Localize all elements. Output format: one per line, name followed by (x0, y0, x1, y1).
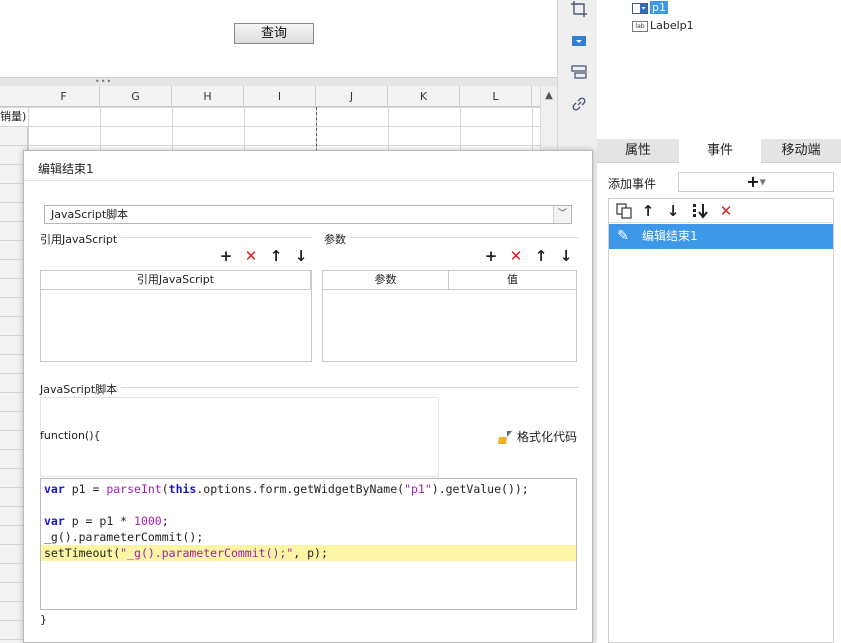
param-section-label: 参数 (324, 231, 350, 247)
pencil-icon: ✎ (617, 228, 629, 244)
title-divider (24, 180, 592, 181)
ref-js-up-icon[interactable]: ↑ (268, 248, 284, 264)
copy-icon[interactable] (615, 202, 633, 220)
ref-js-section-label: 引用JavaScript (40, 231, 122, 247)
ref-js-column: 引用JavaScript (41, 271, 311, 290)
column-j[interactable]: J (316, 86, 388, 107)
chevron-down-icon: ▼ (759, 177, 766, 187)
add-param-icon[interactable]: + (483, 248, 499, 264)
add-event-label: 添加事件 (608, 177, 657, 191)
layout-icon[interactable] (570, 63, 588, 81)
code-line-3: var p = p1 * 1000; (44, 514, 169, 528)
move-down-icon[interactable]: ↓ (664, 202, 682, 220)
property-tabs: 属性 事件 移动端 (597, 139, 841, 164)
delete-param-icon[interactable]: ✕ (508, 248, 524, 264)
chevron-down-icon[interactable]: ﹀ (553, 206, 571, 223)
move-up-icon[interactable]: ↑ (639, 202, 657, 220)
script-type-value: JavaScript脚本 (51, 208, 129, 221)
param-name-column: 参数 (323, 271, 449, 290)
code-line-5: setTimeout("_g().parameterCommit();", p)… (41, 545, 576, 561)
pane-splitter[interactable]: ••• (0, 77, 557, 86)
code-token: "p1" (404, 482, 432, 496)
tree-item-labelp1[interactable]: lab Labelp1 (632, 18, 694, 34)
param-table[interactable]: 参数 值 (322, 270, 577, 362)
column-f[interactable]: F (28, 86, 100, 107)
tree-item-p1-label: p1 (650, 1, 668, 14)
function-close: } (40, 613, 47, 626)
delete-ref-js-icon[interactable]: ✕ (243, 248, 259, 264)
column-header: F G H I J K L (0, 86, 540, 107)
dropdown-widget-icon[interactable] (570, 32, 588, 50)
broom-icon (498, 430, 512, 444)
code-token: this (168, 482, 197, 496)
tab-events[interactable]: 事件 (679, 139, 761, 164)
param-down-icon[interactable]: ↓ (558, 248, 574, 264)
script-type-select[interactable]: JavaScript脚本 ﹀ (44, 205, 572, 224)
label-widget-icon: lab (632, 20, 648, 32)
tab-mobile[interactable]: 移动端 (761, 139, 841, 163)
code-line-1: var p1 = parseInt(this.options.form.getW… (44, 482, 529, 496)
script-section-label: JavaScript脚本 (40, 381, 122, 397)
code-editor[interactable]: var p1 = parseInt(this.options.form.getW… (40, 478, 577, 610)
add-ref-js-icon[interactable]: + (218, 248, 234, 264)
cell-text[interactable]: 销量) (0, 108, 28, 126)
form-preview: 查询 (0, 0, 557, 77)
column-i[interactable]: I (244, 86, 316, 107)
tree-item-p1[interactable]: p1 (632, 0, 668, 16)
query-button[interactable]: 查询 (234, 23, 314, 44)
ref-js-down-icon[interactable]: ↓ (293, 248, 309, 264)
add-event-plus: + (746, 172, 760, 191)
edit-event-dialog: 编辑结束1 JavaScript脚本 ﹀ 引用JavaScript + ✕ ↑ … (23, 150, 593, 643)
ref-js-column-header: 引用JavaScript (41, 271, 311, 290)
tab-properties[interactable]: 属性 (597, 139, 679, 163)
delete-event-icon[interactable]: ✕ (717, 202, 735, 220)
splitter-grip-icon: ••• (95, 77, 113, 86)
format-code-label: 格式化代码 (517, 430, 578, 444)
code-token: parseInt (106, 482, 162, 496)
code-token: var (44, 514, 65, 528)
ref-js-table[interactable]: 引用JavaScript (40, 270, 312, 362)
event-row-selected[interactable]: ✎ 编辑结束1 (609, 224, 833, 249)
param-column-header: 参数 值 (323, 271, 576, 290)
tree-item-labelp1-label: Labelp1 (650, 19, 694, 32)
dialog-title: 编辑结束1 (38, 162, 94, 176)
code-token: var (44, 482, 65, 496)
param-divider (324, 237, 579, 238)
scroll-up-icon[interactable]: ▲ (541, 88, 557, 104)
link-icon[interactable] (570, 95, 588, 113)
crop-icon[interactable] (570, 0, 588, 18)
column-l[interactable]: L (460, 86, 532, 107)
event-panel: 添加事件 +▼ ↑ ↓ ✕ ✎ 编辑结束1 (597, 163, 841, 643)
add-event-dropdown[interactable]: +▼ (678, 172, 834, 192)
code-token: "_g().parameterCommit();" (120, 546, 294, 560)
column-k[interactable]: K (388, 86, 460, 107)
event-list: ↑ ↓ ✕ ✎ 编辑结束1 (608, 198, 834, 643)
combo-widget-icon (632, 2, 648, 14)
column-h[interactable]: H (172, 86, 244, 107)
event-row-label: 编辑结束1 (642, 229, 698, 243)
function-open: function(){ (40, 429, 101, 442)
column-g[interactable]: G (100, 86, 172, 107)
widget-tree: p1 lab Labelp1 (597, 0, 841, 139)
code-token: 1000 (134, 514, 162, 528)
param-value-column: 值 (507, 273, 518, 286)
param-up-icon[interactable]: ↑ (533, 248, 549, 264)
code-line-4: _g().parameterCommit(); (44, 530, 204, 544)
format-code-button[interactable]: 格式化代码 (497, 428, 577, 445)
event-toolbar: ↑ ↓ ✕ (609, 199, 833, 223)
move-bottom-icon[interactable] (691, 202, 709, 220)
